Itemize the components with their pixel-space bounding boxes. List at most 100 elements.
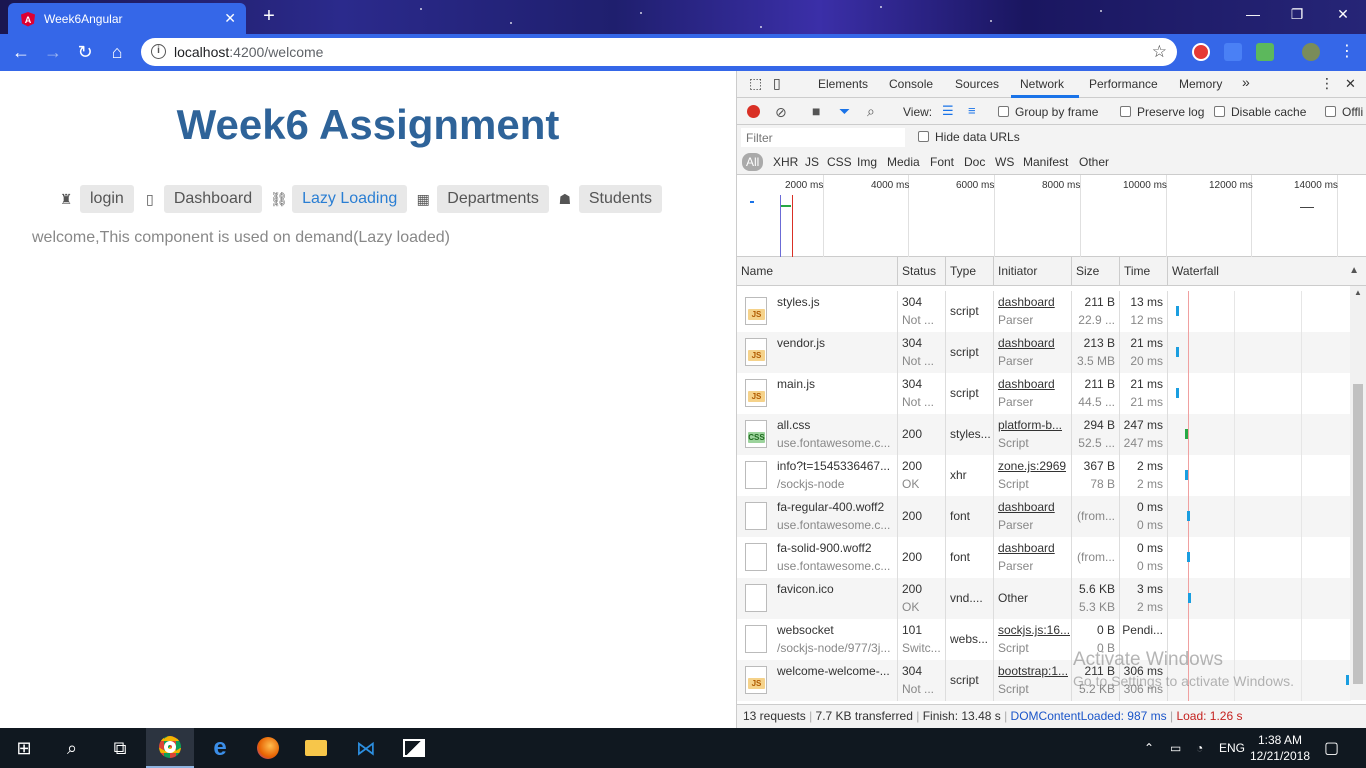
clear-icon[interactable]: ⊘ bbox=[775, 104, 787, 121]
type-font[interactable]: Font bbox=[930, 155, 954, 169]
type-css[interactable]: CSS bbox=[827, 155, 852, 169]
waterfall-bar[interactable] bbox=[1187, 552, 1190, 562]
nav-dashboard[interactable]: ▯ Dashboard bbox=[142, 185, 263, 213]
request-name[interactable]: vendor.js bbox=[777, 336, 893, 350]
show-hidden-icons[interactable]: ⌃ bbox=[1144, 728, 1154, 768]
task-view-icon[interactable]: ⧉ bbox=[96, 728, 144, 768]
initiator-value[interactable]: dashboard bbox=[998, 295, 1055, 309]
request-name[interactable]: all.css bbox=[777, 418, 893, 432]
wifi-icon[interactable]: ◔ bbox=[1196, 728, 1203, 768]
forward-icon[interactable]: → bbox=[42, 42, 64, 64]
browser-tab[interactable]: A Week6Angular ✕ bbox=[8, 3, 246, 34]
waterfall-bar[interactable] bbox=[1185, 470, 1188, 480]
col-size[interactable]: Size bbox=[1071, 257, 1119, 286]
initiator-value[interactable]: dashboard bbox=[998, 336, 1055, 350]
language-indicator[interactable]: ENG bbox=[1219, 728, 1245, 768]
timeline-overview[interactable]: 2000 ms 4000 ms 6000 ms 8000 ms 10000 ms… bbox=[737, 175, 1366, 257]
nav-departments-label[interactable]: Departments bbox=[437, 185, 549, 213]
waterfall-bar[interactable] bbox=[1185, 429, 1188, 439]
table-row[interactable]: fa-solid-900.woff2 use.fontawesome.c... 20… bbox=[737, 537, 1351, 578]
table-row[interactable]: CSS all.css use.fontawesome.c... 200 styles.… bbox=[737, 414, 1351, 455]
col-name[interactable]: Name bbox=[737, 257, 897, 286]
bookmark-star-icon[interactable]: ☆ bbox=[1152, 42, 1167, 62]
kebab-menu-icon[interactable]: ⋮ bbox=[1320, 75, 1334, 92]
table-row[interactable]: favicon.ico 200 OK vnd.... Other 5.6 KB 5.3 KB… bbox=[737, 578, 1351, 619]
address-bar[interactable]: i localhost:4200/welcome ☆ bbox=[141, 38, 1177, 66]
tab-performance[interactable]: Performance bbox=[1089, 77, 1158, 91]
request-name[interactable]: websocket bbox=[777, 623, 893, 637]
type-ws[interactable]: WS bbox=[995, 155, 1014, 169]
type-other[interactable]: Other bbox=[1079, 155, 1109, 169]
screenshot-icon[interactable]: ■ bbox=[812, 103, 820, 119]
type-img[interactable]: Img bbox=[857, 155, 877, 169]
initiator-value[interactable]: platform-b... bbox=[998, 418, 1062, 432]
waterfall-bar[interactable] bbox=[1168, 634, 1171, 644]
col-status[interactable]: Status bbox=[897, 257, 945, 286]
sort-up-icon[interactable]: ▲ bbox=[1349, 265, 1359, 276]
type-doc[interactable]: Doc bbox=[964, 155, 985, 169]
table-row[interactable]: JS styles.js 304 Not ... script dashboard Pars… bbox=[737, 291, 1351, 332]
photos-icon[interactable] bbox=[390, 728, 438, 768]
waterfall-bar[interactable] bbox=[1176, 306, 1179, 316]
restore-button[interactable]: ❐ bbox=[1286, 6, 1308, 23]
request-name[interactable]: info?t=1545336467... bbox=[777, 459, 893, 473]
request-name[interactable]: fa-solid-900.woff2 bbox=[777, 541, 893, 555]
type-xhr[interactable]: XHR bbox=[773, 155, 798, 169]
close-window-button[interactable]: ✕ bbox=[1332, 6, 1354, 23]
waterfall-bar[interactable] bbox=[1188, 593, 1191, 603]
filter-icon[interactable]: ⏷ bbox=[839, 103, 850, 120]
chrome-icon[interactable] bbox=[146, 728, 194, 768]
preserve-log-checkbox[interactable] bbox=[1120, 106, 1131, 117]
firefox-icon[interactable] bbox=[244, 728, 292, 768]
extension-icon[interactable] bbox=[1256, 43, 1274, 61]
nav-students[interactable]: ☗ Students bbox=[557, 185, 663, 213]
request-name[interactable]: main.js bbox=[777, 377, 893, 391]
home-icon[interactable]: ⌂ bbox=[106, 42, 128, 64]
nav-lazy-loading[interactable]: ⛓ Lazy Loading bbox=[270, 185, 408, 213]
type-manifest[interactable]: Manifest bbox=[1023, 155, 1068, 169]
request-name[interactable]: favicon.ico bbox=[777, 582, 893, 596]
table-row[interactable]: JS main.js 304 Not ... script dashboard Parser… bbox=[737, 373, 1351, 414]
battery-icon[interactable]: ▭ bbox=[1170, 728, 1181, 768]
file-explorer-icon[interactable] bbox=[292, 728, 340, 768]
request-name[interactable]: styles.js bbox=[777, 295, 893, 309]
nav-login[interactable]: ♜ login bbox=[58, 185, 134, 213]
menu-icon[interactable]: ⋮ bbox=[1336, 42, 1358, 64]
table-row[interactable]: JS vendor.js 304 Not ... script dashboard Pars… bbox=[737, 332, 1351, 373]
close-devtools-icon[interactable]: ✕ bbox=[1345, 76, 1356, 92]
group-by-frame-checkbox[interactable] bbox=[998, 106, 1009, 117]
type-js[interactable]: JS bbox=[805, 155, 819, 169]
waterfall-bar[interactable] bbox=[1187, 511, 1190, 521]
col-initiator[interactable]: Initiator bbox=[993, 257, 1071, 286]
extension-icon[interactable] bbox=[1192, 43, 1210, 61]
device-toolbar-icon[interactable]: ▯ bbox=[773, 75, 781, 92]
tab-elements[interactable]: Elements bbox=[818, 77, 868, 91]
translate-icon[interactable] bbox=[1224, 43, 1242, 61]
vscode-icon[interactable]: ⋈ bbox=[342, 728, 390, 768]
nav-students-label[interactable]: Students bbox=[578, 185, 663, 213]
tab-memory[interactable]: Memory bbox=[1179, 77, 1222, 91]
type-all[interactable]: All bbox=[742, 153, 764, 171]
hide-data-urls-checkbox[interactable] bbox=[918, 131, 929, 142]
search-icon[interactable]: ⌕ bbox=[867, 103, 875, 120]
more-tabs-icon[interactable]: » bbox=[1242, 74, 1250, 90]
scroll-up-icon[interactable]: ▲ bbox=[1354, 288, 1362, 297]
large-rows-icon[interactable]: ☰ bbox=[942, 103, 954, 119]
initiator-value[interactable]: dashboard bbox=[998, 541, 1055, 555]
initiator-value[interactable]: sockjs.js:16... bbox=[998, 623, 1070, 637]
record-icon[interactable] bbox=[747, 105, 760, 118]
disable-cache-checkbox[interactable] bbox=[1214, 106, 1225, 117]
scrollbar[interactable]: ▲ bbox=[1350, 286, 1366, 700]
tab-network[interactable]: Network bbox=[1020, 77, 1064, 91]
initiator-value[interactable]: dashboard bbox=[998, 377, 1055, 391]
type-media[interactable]: Media bbox=[887, 155, 920, 169]
tab-sources[interactable]: Sources bbox=[955, 77, 999, 91]
initiator-value[interactable]: bootstrap:1... bbox=[998, 664, 1068, 678]
filter-input[interactable] bbox=[741, 128, 905, 147]
minimize-button[interactable]: — bbox=[1242, 6, 1264, 22]
reload-icon[interactable]: ↻ bbox=[74, 42, 96, 64]
windows-start-icon[interactable]: ⊞ bbox=[0, 728, 48, 768]
request-name[interactable]: fa-regular-400.woff2 bbox=[777, 500, 893, 514]
clock[interactable]: 1:38 AM 12/21/2018 bbox=[1250, 732, 1310, 764]
request-name[interactable]: welcome-welcome-... bbox=[777, 664, 893, 678]
